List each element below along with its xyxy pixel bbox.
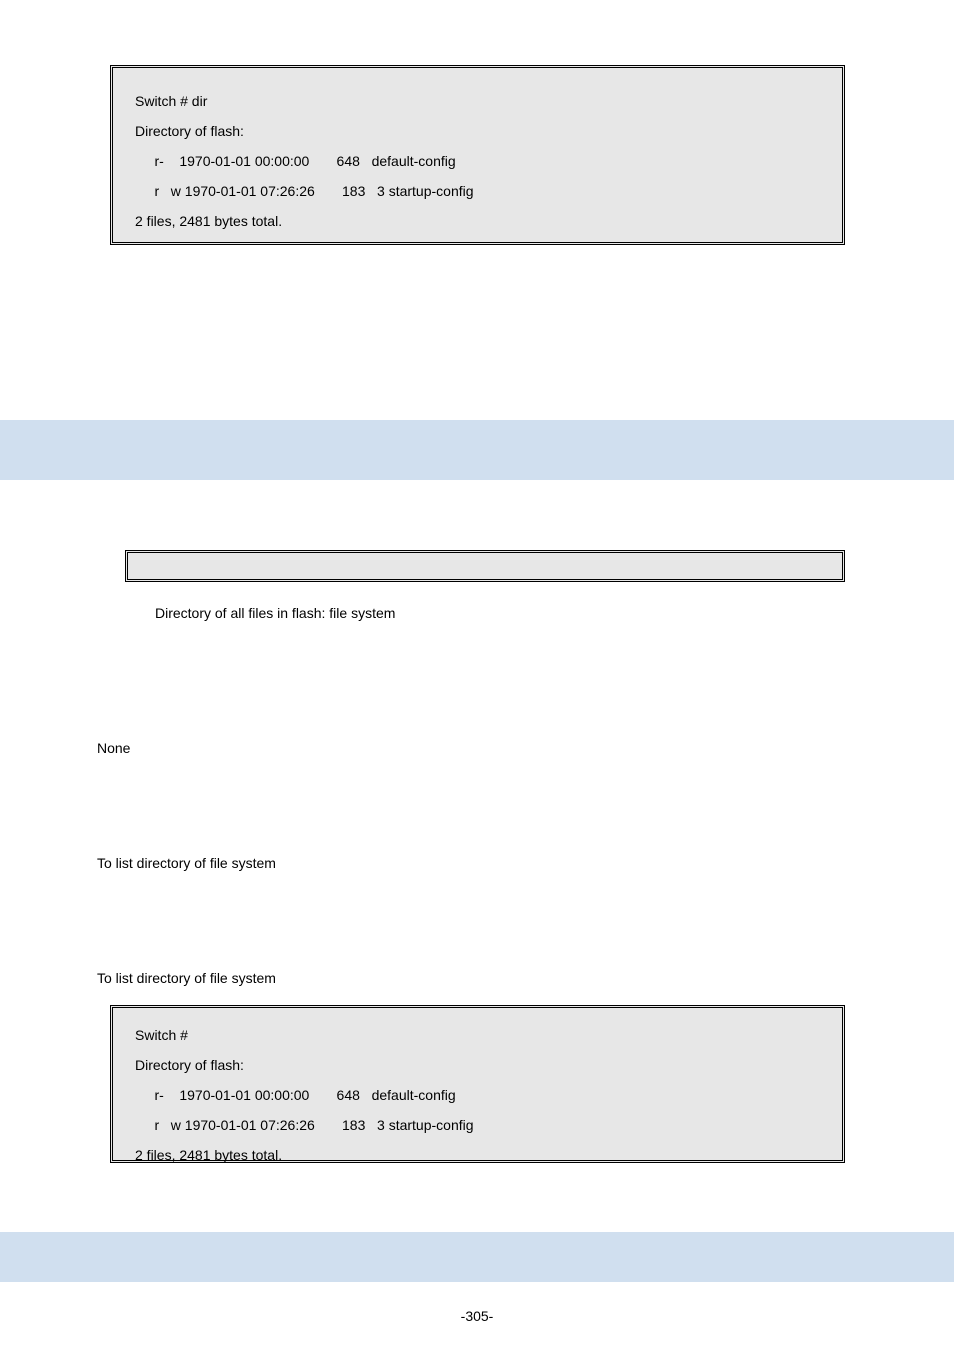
terminal-output-2: Switch # Directory of flash: r- 1970-01-… [110,1005,845,1163]
terminal-line: Directory of flash: [135,1050,820,1080]
terminal-line: 2 files, 2481 bytes total. [135,1140,820,1170]
description-text: Directory of all files in flash: file sy… [155,605,395,621]
page-number: -305- [0,1308,954,1324]
terminal-line: Switch # dir [135,86,820,116]
section-divider [0,1232,954,1282]
none-label: None [97,740,130,756]
terminal-line: Switch # [135,1020,820,1050]
empty-code-box [125,550,845,582]
page: Switch # dir Directory of flash: r- 1970… [0,0,954,1350]
terminal-line: r- 1970-01-01 00:00:00 648 default-confi… [135,146,820,176]
terminal-line: r w 1970-01-01 07:26:26 183 3 startup-co… [135,1110,820,1140]
terminal-line: 2 files, 2481 bytes total. [135,206,820,236]
terminal-line: Directory of flash: [135,116,820,146]
section-divider [0,420,954,480]
usage-text-2: To list directory of file system [97,970,276,986]
terminal-line: r w 1970-01-01 07:26:26 183 3 startup-co… [135,176,820,206]
terminal-line: r- 1970-01-01 00:00:00 648 default-confi… [135,1080,820,1110]
usage-text-1: To list directory of file system [97,855,276,871]
terminal-output-1: Switch # dir Directory of flash: r- 1970… [110,65,845,245]
